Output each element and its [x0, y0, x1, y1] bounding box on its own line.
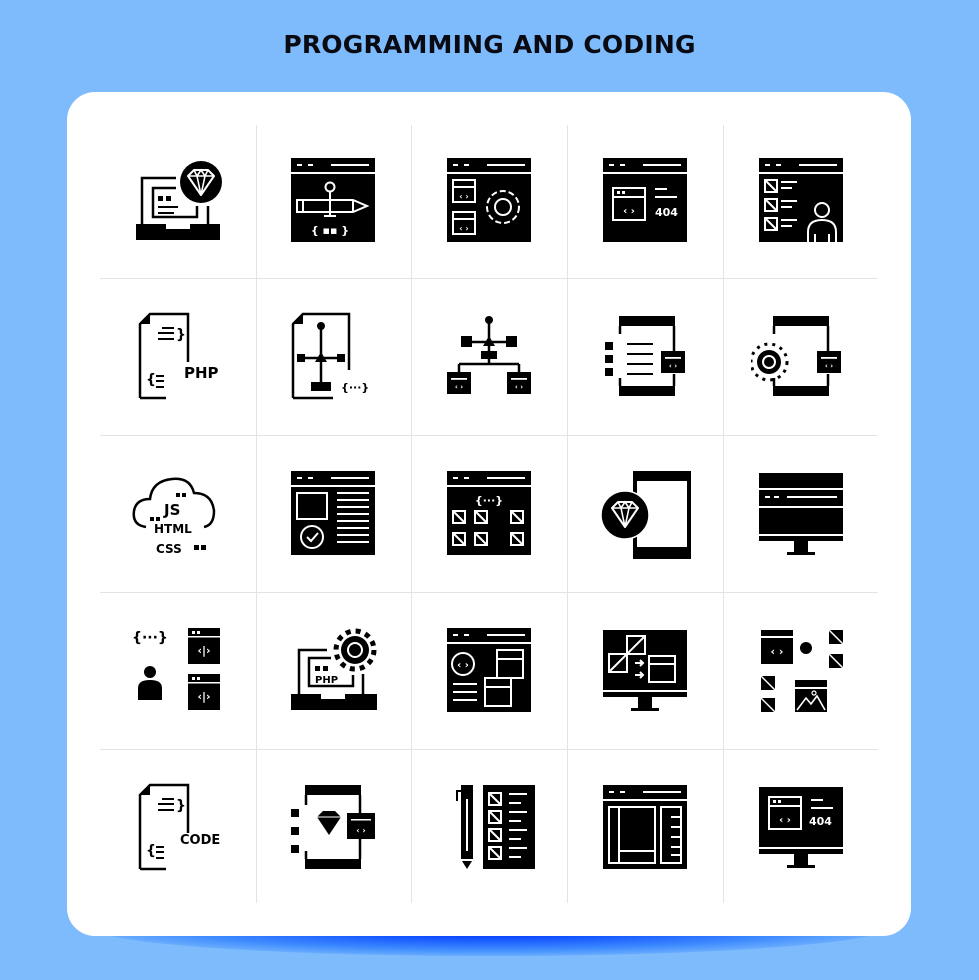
svg-text:{ ▪▪ }: { ▪▪ } — [311, 224, 349, 237]
svg-text:‹ ›: ‹ › — [623, 206, 635, 217]
svg-text:‹ ›: ‹ › — [356, 826, 365, 835]
cloud-js-html-css-icon: JS HTML CSS — [128, 463, 228, 563]
grid-divider — [100, 278, 878, 279]
code-image-elements-icon: ‹ › — [751, 620, 851, 720]
laptop-php-settings-icon: PHP — [283, 620, 383, 720]
svg-text:‹ ›: ‹ › — [779, 815, 791, 826]
svg-text:}: } — [176, 798, 186, 814]
code-file-icon: } { CODE — [128, 777, 228, 877]
browser-grid-code-icon: {···} — [439, 463, 539, 563]
svg-text:{: { — [146, 843, 156, 859]
svg-text:{···}: {···} — [475, 494, 503, 507]
monitor-error-404-icon: ‹ › 404 — [751, 777, 851, 877]
svg-text:CSS: CSS — [156, 542, 182, 556]
vector-hierarchy-code-icon — [439, 306, 539, 406]
svg-text:HTML: HTML — [154, 522, 192, 536]
browser-code-settings-icon: ‹ › ‹ › — [439, 150, 539, 250]
grid-divider — [100, 435, 878, 436]
browser-code-windows-icon: ‹ › — [439, 620, 539, 720]
grid-divider — [411, 125, 412, 903]
developer-code-windows-icon: {···} ‹|› ‹|› — [128, 620, 228, 720]
grid-divider — [100, 592, 878, 593]
svg-text:‹ ›: ‹ › — [457, 660, 469, 671]
svg-text:PHP: PHP — [315, 675, 338, 686]
svg-text:‹ ›: ‹ › — [771, 645, 784, 658]
svg-text:{···}: {···} — [341, 381, 369, 394]
svg-text:‹|›: ‹|› — [197, 690, 210, 703]
monitor-browser-icon — [751, 463, 851, 563]
browser-layout-check-icon — [283, 463, 383, 563]
browser-error-404-icon: ‹ › 404 — [595, 150, 695, 250]
svg-text:404: 404 — [809, 815, 832, 828]
mobile-diamond-icon — [595, 463, 695, 563]
browser-user-list-icon — [751, 150, 851, 250]
page-title: PROGRAMMING AND CODING — [283, 30, 696, 59]
mobile-settings-code-icon — [751, 306, 851, 406]
grid-divider — [100, 749, 878, 750]
php-file-icon: } { PHP — [128, 306, 228, 406]
svg-text:PHP: PHP — [184, 364, 219, 382]
grid-divider — [256, 125, 257, 903]
svg-text:404: 404 — [655, 206, 678, 219]
monitor-design-transfer-icon — [595, 620, 695, 720]
laptop-diamond-icon — [128, 150, 228, 250]
svg-text:{: { — [146, 372, 156, 388]
svg-text:‹|›: ‹|› — [197, 644, 210, 657]
browser-pen-tool-icon: { ▪▪ } — [283, 150, 383, 250]
svg-text:{···}: {···} — [132, 630, 168, 646]
mobile-list-code-icon — [595, 306, 695, 406]
svg-text:‹ ›: ‹ › — [459, 224, 468, 233]
svg-text:CODE: CODE — [180, 833, 220, 848]
browser-layout-icon — [595, 777, 695, 877]
file-vector-code-icon: {···} — [283, 306, 383, 406]
pen-checklist-icon — [439, 777, 539, 877]
grid-divider — [567, 125, 568, 903]
svg-text:JS: JS — [163, 501, 180, 519]
svg-text:‹ ›: ‹ › — [459, 192, 468, 201]
svg-text:}: } — [176, 327, 186, 343]
grid-divider — [723, 125, 724, 903]
mobile-diamond-code-icon: ‹ › — [283, 777, 383, 877]
